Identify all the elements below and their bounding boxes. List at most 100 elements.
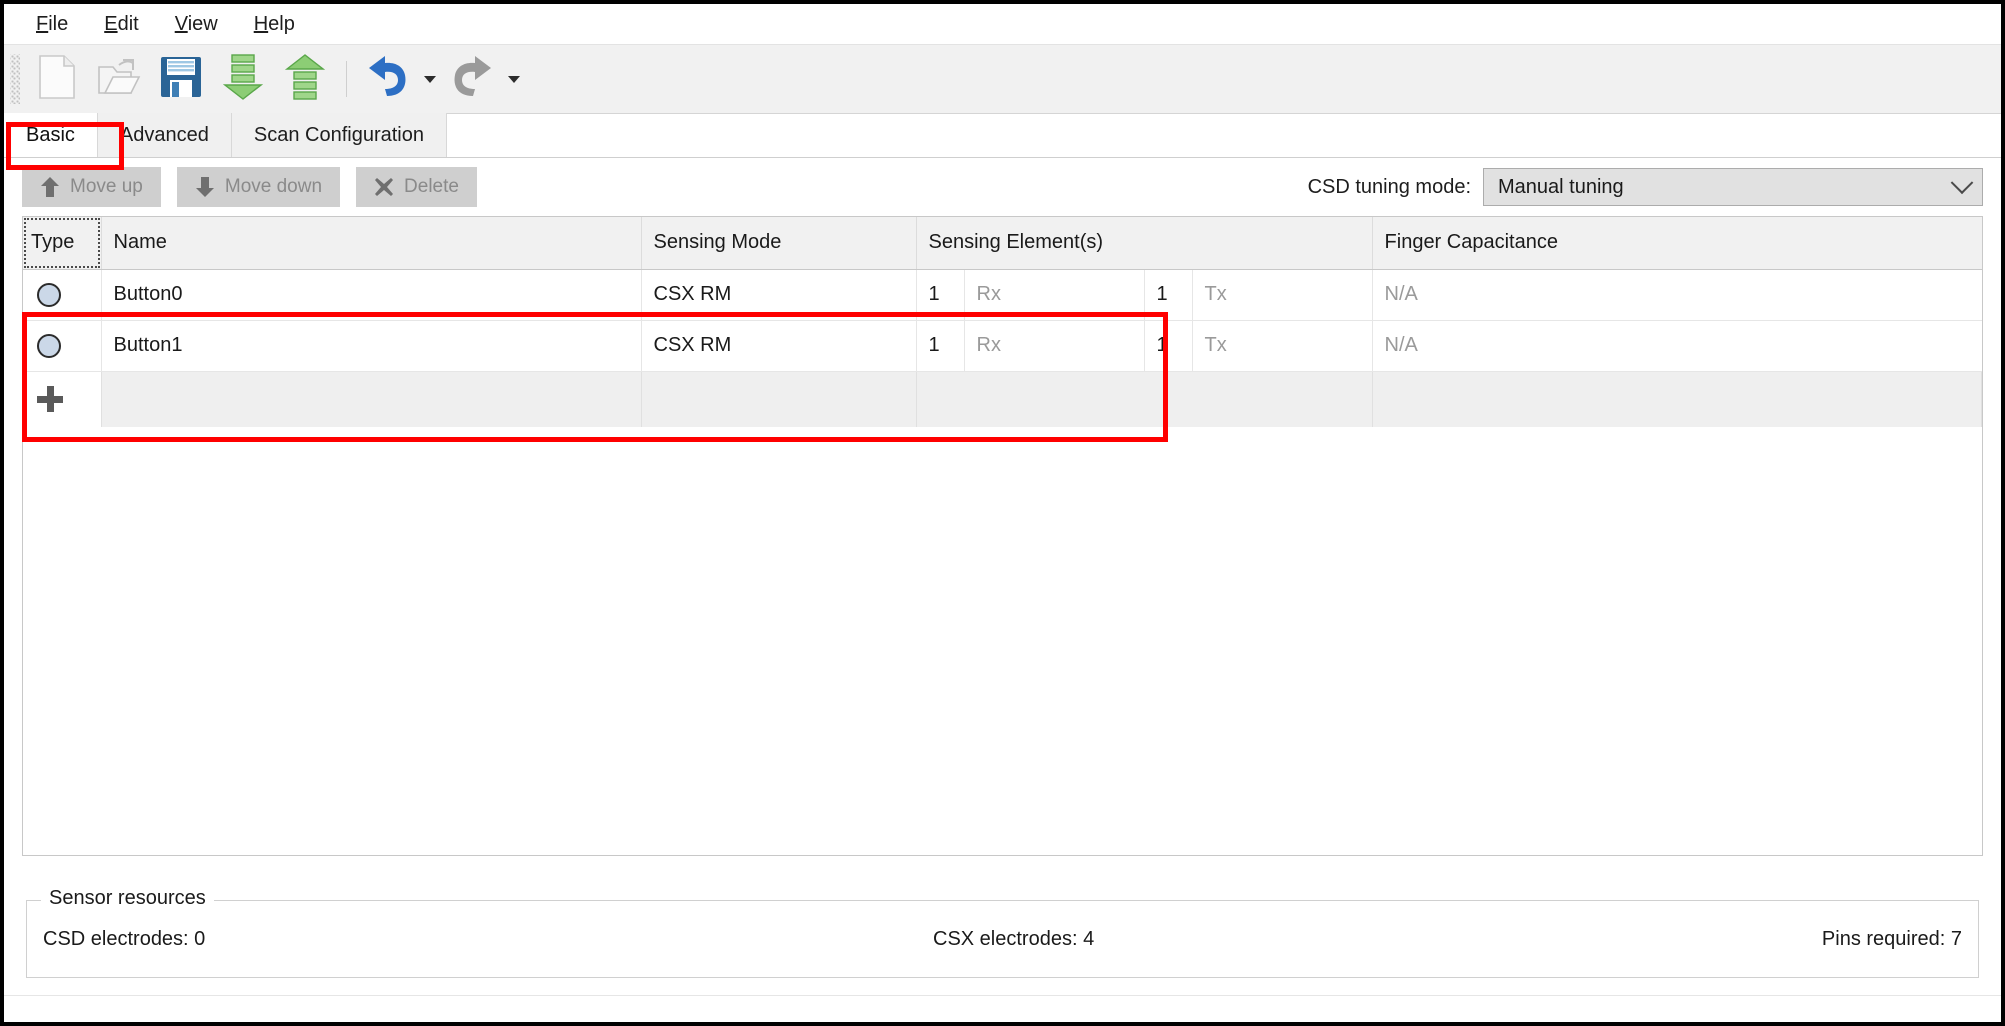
menu-item-view[interactable]: View bbox=[157, 11, 236, 38]
undo-button[interactable] bbox=[361, 52, 415, 106]
tab-scan-configuration-label: Scan Configuration bbox=[253, 123, 424, 146]
cell-type[interactable] bbox=[23, 320, 102, 372]
redo-icon bbox=[449, 55, 495, 104]
tab-basic-label: Basic bbox=[26, 123, 75, 146]
status-bar bbox=[4, 995, 2001, 1022]
read-from-device-up-arrow-icon bbox=[284, 53, 326, 105]
csx-electrodes-stat: CSX electrodes: 4 bbox=[933, 927, 1095, 950]
save-floppy-icon bbox=[160, 56, 202, 103]
cell-tx-count[interactable]: 1 bbox=[1144, 269, 1193, 321]
menu-file-mnemonic: F bbox=[36, 12, 49, 35]
open-file-button[interactable] bbox=[92, 52, 146, 106]
column-header-type[interactable]: Type bbox=[23, 217, 102, 270]
cell-rx-count[interactable]: 1 bbox=[916, 320, 965, 372]
apply-to-device-down-arrow-icon bbox=[222, 53, 264, 105]
menu-help-mnemonic: H bbox=[253, 12, 269, 35]
cell-rx-label: Rx bbox=[964, 269, 1145, 321]
toolbar bbox=[4, 44, 2001, 114]
add-row-filler-sensing-elements bbox=[916, 371, 1373, 427]
menu-help-rest: elp bbox=[268, 12, 295, 35]
menu-edit-rest: dit bbox=[117, 12, 139, 35]
tab-basic[interactable]: Basic bbox=[4, 113, 98, 157]
widgets-grid: Type Name Sensing Mode Sensing Element(s… bbox=[23, 217, 1983, 427]
chevron-down-icon bbox=[508, 75, 520, 83]
apply-to-device-button[interactable] bbox=[216, 52, 270, 106]
button-widget-icon bbox=[37, 333, 61, 358]
chevron-down-icon bbox=[424, 75, 436, 83]
add-row-filler-sensing-mode bbox=[641, 371, 917, 427]
sensor-resources-group: Sensor resources CSD electrodes: 0 CSX e… bbox=[26, 887, 1979, 978]
plus-icon bbox=[37, 386, 63, 413]
chevron-down-icon bbox=[1950, 171, 1974, 195]
tab-scan-configuration[interactable]: Scan Configuration bbox=[231, 113, 447, 157]
toolbar-separator bbox=[346, 61, 347, 97]
cell-type[interactable] bbox=[23, 269, 102, 321]
delete-button[interactable]: Delete bbox=[356, 167, 477, 207]
sensor-resources-title: Sensor resources bbox=[41, 887, 214, 910]
csd-tuning-mode-select[interactable]: Manual tuning bbox=[1483, 168, 1983, 206]
redo-button[interactable] bbox=[445, 52, 499, 106]
cell-sensing-mode[interactable]: CSX RM bbox=[641, 269, 917, 321]
cell-tx-count[interactable]: 1 bbox=[1144, 320, 1193, 372]
cell-sensing-mode[interactable]: CSX RM bbox=[641, 320, 917, 372]
menu-view-rest: iew bbox=[187, 12, 218, 35]
column-header-finger-capacitance[interactable]: Finger Capacitance bbox=[1372, 217, 1982, 270]
cell-finger-capacitance: N/A bbox=[1372, 269, 1982, 321]
menu-view-mnemonic: V bbox=[174, 12, 188, 35]
menu-bar: File Edit View Help bbox=[4, 4, 2001, 44]
sensor-resources-content: CSD electrodes: 0 CSX electrodes: 4 Pins… bbox=[27, 901, 1978, 977]
add-widget-row[interactable] bbox=[23, 371, 1983, 427]
undo-dropdown-button[interactable] bbox=[419, 53, 441, 105]
tab-advanced[interactable]: Advanced bbox=[97, 113, 232, 157]
cell-name[interactable]: Button0 bbox=[101, 269, 642, 321]
save-button[interactable] bbox=[154, 52, 208, 106]
toolbar-drag-grip[interactable] bbox=[10, 54, 20, 104]
widgets-grid-body: Button0 CSX RM 1 Rx 1 Tx N/A Button1 CSX… bbox=[23, 269, 1983, 427]
move-down-button[interactable]: Move down bbox=[176, 167, 341, 207]
open-folder-icon bbox=[97, 57, 141, 102]
tab-strip: Basic Advanced Scan Configuration bbox=[4, 113, 2001, 158]
column-header-sensing-elements[interactable]: Sensing Element(s) bbox=[916, 217, 1373, 270]
column-header-sensing-mode[interactable]: Sensing Mode bbox=[641, 217, 917, 270]
widgets-grid-header: Type Name Sensing Mode Sensing Element(s… bbox=[23, 217, 1982, 270]
csd-tuning-mode-label: CSD tuning mode: bbox=[1307, 175, 1471, 198]
pins-required-stat: Pins required: 7 bbox=[1821, 927, 1962, 950]
widgets-table: Type Name Sensing Mode Sensing Element(s… bbox=[22, 216, 1983, 856]
table-row[interactable]: Button0 CSX RM 1 Rx 1 Tx N/A bbox=[23, 269, 1982, 321]
action-toolbar: Move up Move down Delete CSD tuning mode… bbox=[4, 158, 2001, 216]
move-down-label: Move down bbox=[224, 176, 323, 197]
cell-rx-label: Rx bbox=[964, 320, 1145, 372]
close-x-icon bbox=[374, 177, 394, 197]
tab-advanced-label: Advanced bbox=[119, 123, 209, 146]
arrow-up-icon bbox=[40, 176, 60, 198]
new-document-icon bbox=[38, 54, 76, 104]
menu-item-file[interactable]: File bbox=[18, 11, 86, 38]
cell-tx-label: Tx bbox=[1192, 320, 1373, 372]
menu-item-edit[interactable]: Edit bbox=[86, 11, 156, 38]
undo-icon bbox=[365, 55, 411, 104]
cell-tx-label: Tx bbox=[1192, 269, 1373, 321]
add-row-filler-finger-capacitance bbox=[1372, 371, 1983, 427]
cell-name[interactable]: Button1 bbox=[101, 320, 642, 372]
cell-rx-count[interactable]: 1 bbox=[916, 269, 965, 321]
read-from-device-button[interactable] bbox=[278, 52, 332, 106]
add-widget-cell[interactable] bbox=[23, 371, 102, 427]
new-document-button[interactable] bbox=[30, 52, 84, 106]
move-up-button[interactable]: Move up bbox=[22, 167, 161, 207]
menu-file-rest: ile bbox=[48, 12, 69, 35]
delete-label: Delete bbox=[404, 176, 459, 197]
redo-dropdown-button[interactable] bbox=[503, 53, 525, 105]
application-window: File Edit View Help Basic Advanced Scan … bbox=[0, 0, 2005, 1026]
menu-item-help[interactable]: Help bbox=[236, 11, 313, 38]
csd-tuning-mode-value: Manual tuning bbox=[1498, 175, 1624, 198]
menu-edit-mnemonic: E bbox=[104, 12, 118, 35]
column-header-name[interactable]: Name bbox=[101, 217, 642, 270]
button-widget-icon bbox=[37, 282, 61, 307]
table-row[interactable]: Button1 CSX RM 1 Rx 1 Tx N/A bbox=[23, 320, 1982, 372]
header-row: Type Name Sensing Mode Sensing Element(s… bbox=[23, 217, 1982, 270]
cell-finger-capacitance: N/A bbox=[1372, 320, 1982, 372]
csd-electrodes-stat: CSD electrodes: 0 bbox=[43, 927, 206, 950]
move-up-label: Move up bbox=[70, 176, 143, 197]
arrow-down-icon bbox=[195, 176, 215, 198]
add-row-filler-name bbox=[101, 371, 642, 427]
